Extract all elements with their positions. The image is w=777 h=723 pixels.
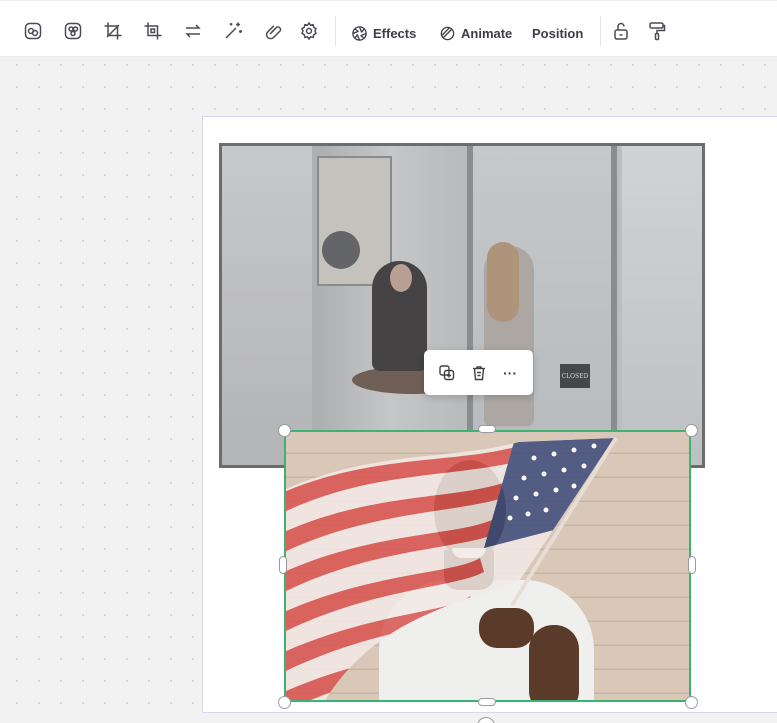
delete-icon[interactable] xyxy=(468,362,490,384)
link-icon[interactable] xyxy=(259,17,287,45)
effects-icon xyxy=(352,25,367,41)
magic-wand-icon[interactable] xyxy=(219,17,247,45)
element-context-menu: ··· xyxy=(424,350,533,395)
duplicate-icon[interactable] xyxy=(436,362,458,384)
frame-crop-icon[interactable] xyxy=(139,17,167,45)
resize-handle-right[interactable] xyxy=(688,556,696,574)
position-button[interactable]: Position xyxy=(532,21,583,45)
effects-button[interactable]: Effects xyxy=(351,21,416,45)
lock-open-icon[interactable] xyxy=(607,17,635,45)
toolbar: Effects Animate Position xyxy=(0,0,777,57)
settings-icon[interactable] xyxy=(295,17,323,45)
crop-icon[interactable] xyxy=(99,17,127,45)
resize-handle-left[interactable] xyxy=(279,556,287,574)
resize-handle-top-left[interactable] xyxy=(278,424,291,437)
animate-icon xyxy=(440,26,455,40)
resize-handle-top[interactable] xyxy=(478,425,496,433)
american-flag xyxy=(284,436,618,702)
rotate-handle[interactable] xyxy=(477,717,495,723)
color-adjust-icon[interactable] xyxy=(59,17,87,45)
resize-handle-bottom[interactable] xyxy=(478,698,496,706)
animate-label: Animate xyxy=(461,25,513,41)
position-label: Position xyxy=(532,25,584,41)
shop-interior-photo[interactable]: CLOSED xyxy=(219,143,705,468)
effects-label: Effects xyxy=(373,25,417,41)
toolbar-divider xyxy=(600,16,601,46)
toolbar-divider xyxy=(335,16,336,46)
animate-button[interactable]: Animate xyxy=(439,21,512,45)
resize-handle-bottom-left[interactable] xyxy=(278,696,291,709)
flip-icon[interactable] xyxy=(179,17,207,45)
more-icon[interactable]: ··· xyxy=(499,362,521,384)
resize-handle-bottom-right[interactable] xyxy=(685,696,698,709)
paint-roller-icon[interactable] xyxy=(643,17,671,45)
resize-handle-top-right[interactable] xyxy=(685,424,698,437)
filter-icon[interactable] xyxy=(19,17,47,45)
flag-photo[interactable] xyxy=(284,430,691,702)
